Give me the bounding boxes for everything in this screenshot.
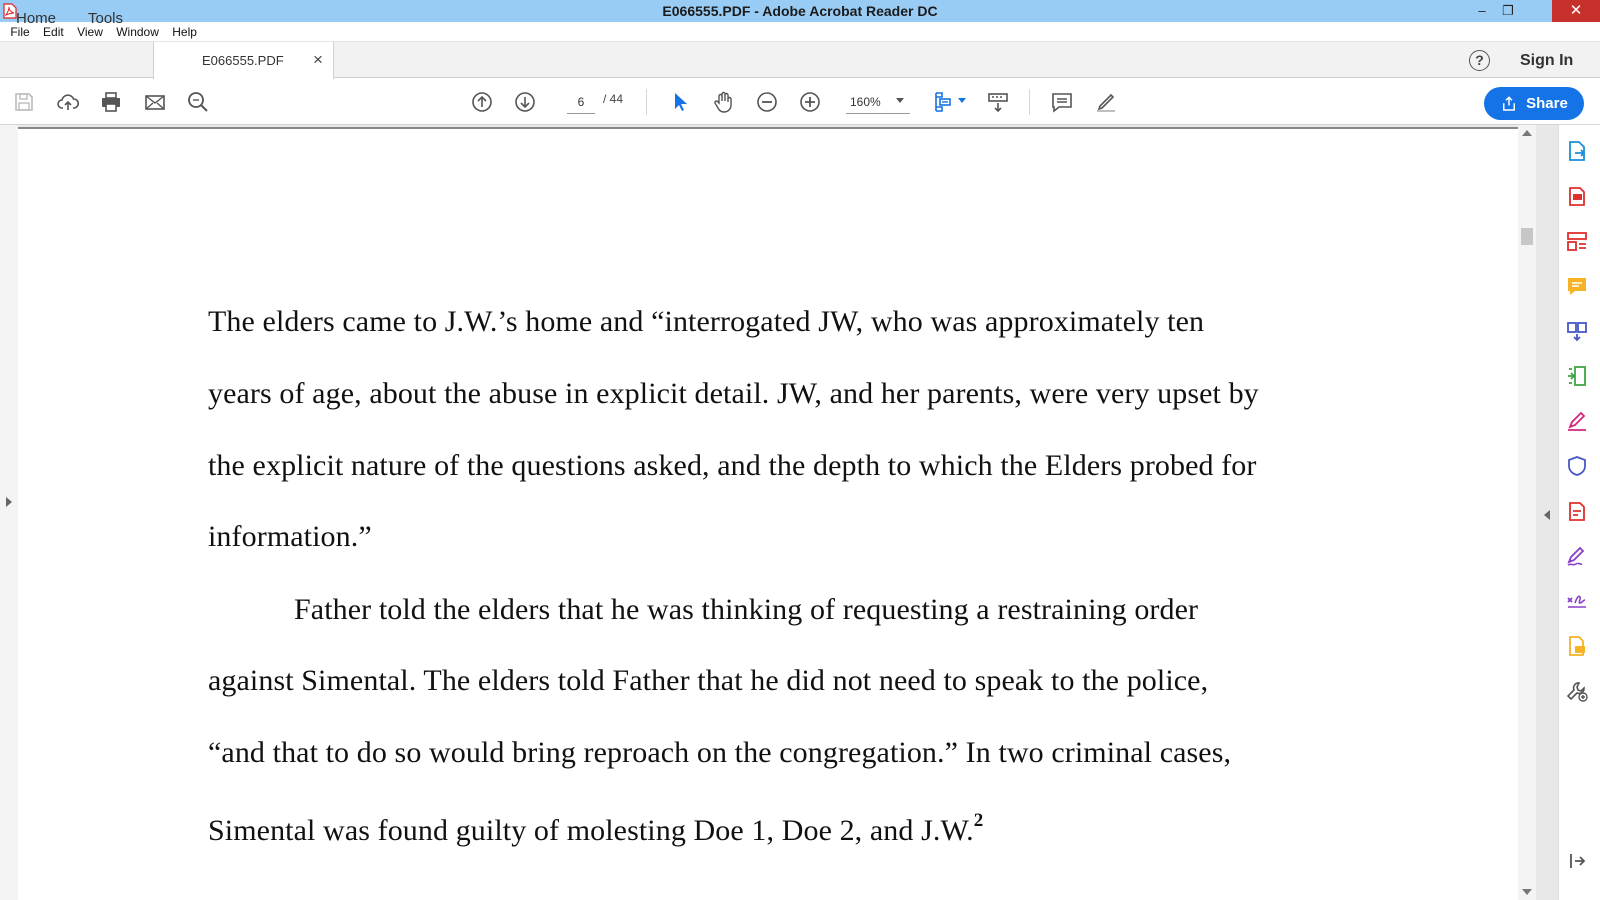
close-tab-icon[interactable]: × (313, 50, 323, 70)
sign-x-icon[interactable] (1562, 586, 1592, 616)
share-button-label: Share (1526, 95, 1568, 112)
help-icon[interactable]: ? (1469, 50, 1490, 71)
document-text-line: The elders came to J.W.’s home and “inte… (208, 305, 1205, 338)
page-total-label: / 44 (603, 92, 624, 106)
left-panel-strip (0, 125, 18, 900)
expand-left-panel-icon[interactable] (6, 497, 12, 507)
fill-sign-icon[interactable] (1562, 406, 1592, 436)
document-text-line: Father told the elders that he was think… (294, 593, 1199, 626)
page-fit-icon[interactable] (930, 88, 958, 116)
zoom-out-icon[interactable] (753, 88, 781, 116)
menu-help[interactable]: Help (167, 22, 202, 42)
save-icon[interactable] (10, 88, 38, 116)
scroll-down-arrow-icon[interactable] (1522, 889, 1532, 895)
document-text-line: “and that to do so would bring reproach … (208, 736, 1232, 769)
tab-tools[interactable]: Tools (88, 0, 123, 36)
cloud-upload-icon[interactable] (54, 88, 82, 116)
protect-shield-icon[interactable] (1562, 451, 1592, 481)
share-button[interactable]: Share (1484, 87, 1584, 120)
collapse-tools-pane-icon[interactable] (1562, 846, 1592, 876)
print-icon[interactable] (97, 88, 125, 116)
fit-dropdown-chevron-icon[interactable] (958, 98, 966, 103)
document-text-line: information.” (208, 520, 372, 553)
window-title: E066555.PDF - Adobe Acrobat Reader DC (662, 3, 938, 19)
acrobat-app-icon (3, 3, 17, 19)
close-window-button[interactable]: ✕ (1552, 0, 1600, 22)
zoom-in-icon[interactable] (796, 88, 824, 116)
search-zoom-icon[interactable] (184, 88, 212, 116)
toolbar-divider (646, 89, 647, 115)
more-tools-icon[interactable] (1562, 676, 1592, 706)
restore-button[interactable]: ❐ (1496, 0, 1520, 22)
collapse-right-panel-icon[interactable] (1544, 510, 1550, 520)
comment-tool-icon[interactable] (1562, 271, 1592, 301)
minimize-button[interactable]: – (1468, 0, 1496, 22)
document-text-line: against Simental. The elders told Father… (208, 664, 1209, 697)
select-cursor-icon[interactable] (666, 88, 694, 116)
share-icon (1503, 95, 1516, 111)
organize-pages-icon[interactable] (1562, 226, 1592, 256)
hand-tool-icon[interactable] (710, 88, 738, 116)
scroll-mode-icon[interactable] (984, 88, 1012, 116)
page-number-input[interactable] (567, 90, 595, 114)
document-text-line: the explicit nature of the questions ask… (208, 449, 1257, 482)
highlight-pen-icon[interactable] (1092, 88, 1120, 116)
compress-pdf-icon[interactable] (1562, 361, 1592, 391)
tab-document[interactable]: E066555.PDF × (153, 42, 334, 79)
toolbar: / 44 Share (0, 79, 1600, 125)
previous-page-icon[interactable] (468, 88, 496, 116)
export-pdf-icon[interactable] (1562, 136, 1592, 166)
menu-bar: File Edit View Window Help (0, 22, 1600, 42)
zoom-dropdown-chevron-icon[interactable] (896, 98, 904, 103)
next-page-icon[interactable] (511, 88, 539, 116)
scrollbar-thumb[interactable] (1521, 228, 1533, 245)
document-text-line: Simental was found guilty of molesting D… (208, 810, 983, 848)
create-pdf-icon[interactable] (1562, 181, 1592, 211)
tab-home[interactable]: Home (16, 0, 56, 36)
scroll-up-arrow-icon[interactable] (1522, 130, 1532, 136)
edit-pdf-icon[interactable] (1562, 496, 1592, 526)
pdf-page: The elders came to J.W.’s home and “inte… (18, 127, 1518, 900)
footnote-reference[interactable]: 2 (974, 810, 984, 831)
combine-files-icon[interactable] (1562, 316, 1592, 346)
tab-document-label: E066555.PDF (202, 53, 284, 68)
email-icon[interactable] (141, 88, 169, 116)
request-signature-icon[interactable] (1562, 541, 1592, 571)
document-text-line-content: Simental was found guilty of molesting D… (208, 814, 974, 847)
sign-in-link[interactable]: Sign In (1520, 52, 1573, 70)
document-text-line: years of age, about the abuse in explici… (208, 377, 1259, 410)
send-for-comments-icon[interactable] (1562, 631, 1592, 661)
comment-icon[interactable] (1048, 88, 1076, 116)
toolbar-divider (1029, 89, 1030, 115)
